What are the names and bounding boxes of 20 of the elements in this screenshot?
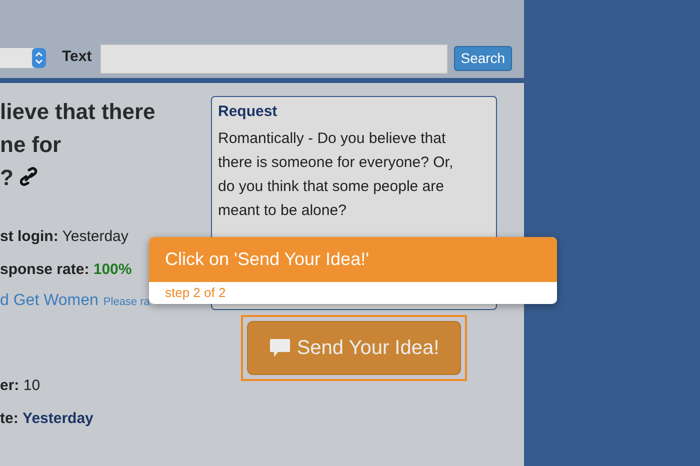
- dropdown-arrow-icon: [32, 48, 46, 68]
- dropdown[interactable]: [0, 48, 46, 68]
- stat-line: sponse rate: 100%: [0, 260, 132, 280]
- send-idea-button[interactable]: Send Your Idea!: [247, 321, 461, 375]
- question-title: lieve that there ne for: [0, 98, 156, 159]
- request-text: Romantically - Do you believe that there is someone for everyone? Or, do you think that some people are meant to be alone?: [218, 128, 454, 220]
- link-icon[interactable]: [20, 167, 38, 187]
- stat-line: st login: Yesterday: [0, 227, 128, 247]
- text-field[interactable]: [100, 44, 448, 74]
- stat-line: te: Yesterday: [0, 408, 94, 428]
- text-label: Text: [62, 46, 92, 66]
- tour-step: step 2 of 2: [165, 283, 226, 303]
- question-title-end: ?: [0, 165, 14, 190]
- search-button[interactable]: Search: [454, 46, 512, 71]
- speech-bubble-icon: [268, 338, 291, 358]
- stat-line: er: 10: [0, 376, 40, 396]
- tour-title: Click on 'Send Your Idea!': [165, 248, 370, 271]
- rating-note: Please ra: [103, 295, 150, 310]
- request-title: Request: [218, 102, 278, 122]
- profile-link[interactable]: d Get Women: [0, 289, 98, 313]
